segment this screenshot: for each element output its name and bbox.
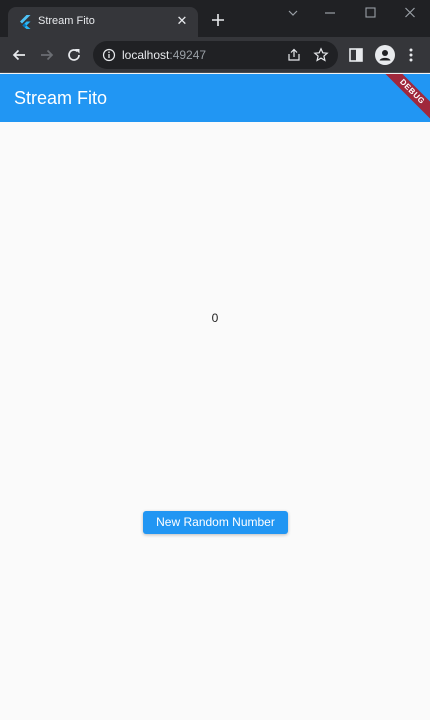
random-number-display: 0: [211, 311, 219, 325]
minimize-icon[interactable]: [320, 5, 340, 21]
maximize-icon[interactable]: [360, 5, 380, 21]
info-icon[interactable]: [102, 48, 116, 62]
browser-tab[interactable]: Stream Fito ✕: [8, 7, 198, 37]
browser-tab-strip: Stream Fito ✕: [0, 0, 430, 37]
app-bar: Stream Fito DEBUG: [0, 74, 430, 122]
close-icon[interactable]: ✕: [174, 13, 190, 29]
star-icon[interactable]: [313, 47, 329, 63]
debug-banner: DEBUG: [379, 74, 430, 122]
chevron-down-icon[interactable]: [283, 5, 303, 21]
reload-icon[interactable]: [64, 45, 84, 65]
share-icon[interactable]: [286, 47, 302, 63]
profile-avatar-icon[interactable]: [375, 45, 395, 65]
side-panel-icon[interactable]: [346, 45, 366, 65]
app-body: 0 New Random Number: [0, 122, 430, 720]
url-host: localhost: [122, 48, 170, 62]
url-text: localhost:49247: [122, 48, 206, 62]
kebab-menu-icon[interactable]: [401, 45, 421, 65]
back-icon[interactable]: [9, 45, 29, 65]
browser-toolbar: localhost:49247: [0, 37, 430, 73]
address-bar[interactable]: localhost:49247: [93, 41, 338, 69]
flutter-logo-icon: [20, 15, 31, 29]
plus-icon[interactable]: [208, 10, 228, 30]
tab-title: Stream Fito: [38, 15, 95, 27]
new-random-number-button[interactable]: New Random Number: [143, 511, 288, 534]
forward-icon[interactable]: [37, 45, 57, 65]
url-port: :49247: [169, 48, 207, 62]
window-close-icon[interactable]: [400, 5, 420, 21]
app-bar-title: Stream Fito: [14, 88, 108, 108]
